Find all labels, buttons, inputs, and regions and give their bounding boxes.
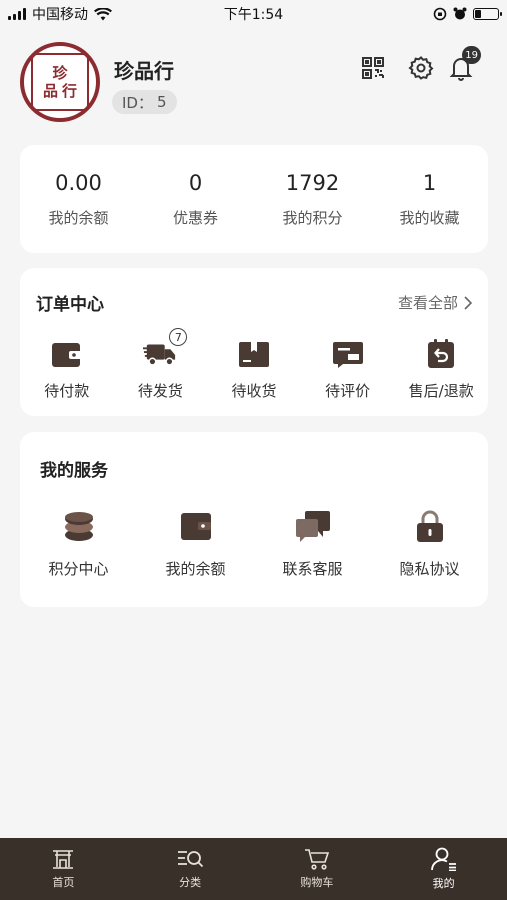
wallet-icon [51, 343, 82, 367]
tab-label: 购物车 [300, 876, 334, 889]
order-pending-shipment[interactable]: 7 待发货 [114, 328, 208, 401]
signal-icon [8, 8, 26, 20]
service-label: 积分中心 [48, 560, 109, 578]
review-card-icon [332, 342, 363, 368]
category-search-icon [178, 851, 204, 868]
package-box-icon [238, 342, 269, 367]
shipment-count-badge: 7 [169, 328, 188, 346]
order-label: 待评价 [325, 382, 371, 400]
service-label: 联系客服 [282, 560, 343, 578]
tab-label: 首页 [52, 876, 75, 889]
stat-balance[interactable]: 0.00 我的余额 [20, 171, 137, 228]
service-my-balance[interactable]: 我的余额 [137, 508, 254, 579]
wifi-icon [94, 7, 112, 20]
carrier-label: 中国移动 [32, 7, 88, 23]
stat-value: 0.00 [55, 170, 102, 195]
service-label: 我的余额 [165, 560, 226, 578]
brand-logo: 珍 品行 [31, 53, 89, 111]
view-all-label: 查看全部 [397, 294, 458, 312]
stat-label: 我的收藏 [399, 208, 460, 227]
lock-icon [416, 510, 443, 542]
order-pending-receipt[interactable]: 待收货 [207, 338, 301, 401]
chevron-right-icon [464, 295, 472, 310]
order-pending-review[interactable]: 待评价 [301, 338, 395, 401]
service-privacy-policy[interactable]: 隐私协议 [371, 508, 488, 579]
order-center-title: 订单中心 [36, 295, 104, 315]
order-label: 待发货 [137, 382, 183, 400]
user-id-badge: ID： 5 [112, 90, 177, 114]
bottom-tab-bar: 首页 分类 购物车 我的 [0, 838, 507, 900]
refund-return-icon [428, 339, 455, 368]
tab-cart[interactable]: 购物车 [254, 838, 381, 900]
settings-button[interactable] [407, 54, 435, 82]
account-stats-card: 0.00 我的余额 0 优惠券 1792 我的积分 1 我的收藏 [20, 145, 488, 253]
order-pending-payment[interactable]: 待付款 [20, 338, 114, 401]
orientation-lock-icon [433, 7, 447, 21]
stat-value: 1 [422, 170, 437, 195]
status-bar: 中国移动 下午1:54 [0, 0, 507, 28]
profile-header: 珍 品行 珍品行 ID： 5 19 [20, 42, 490, 124]
stat-label: 我的余额 [48, 208, 109, 227]
notification-count-badge: 19 [462, 46, 481, 64]
id-label: ID： [122, 93, 153, 112]
home-gate-icon [53, 850, 74, 869]
chat-bubbles-icon [295, 511, 330, 542]
coins-stack-icon [64, 512, 93, 541]
qr-code-button[interactable] [359, 54, 387, 82]
order-label: 待付款 [44, 382, 90, 400]
services-title: 我的服务 [40, 461, 108, 481]
user-icon [430, 847, 456, 871]
service-customer-support[interactable]: 联系客服 [254, 508, 371, 579]
stat-value: 1792 [285, 170, 340, 195]
gear-icon [408, 56, 434, 80]
order-label: 售后/退款 [408, 382, 474, 400]
order-label: 待收货 [231, 382, 277, 400]
wallet-icon [180, 513, 211, 540]
order-center-card: 订单中心 查看全部 待付款 7 待发货 待收货 待评价 售后/退款 [20, 268, 488, 416]
battery-icon [473, 8, 502, 20]
id-value: 5 [156, 93, 167, 111]
tab-home[interactable]: 首页 [0, 838, 127, 900]
stat-value: 0 [188, 170, 203, 195]
tab-label: 分类 [179, 876, 202, 889]
stat-favorites[interactable]: 1 我的收藏 [371, 171, 488, 228]
view-all-orders-link[interactable]: 查看全部 [398, 292, 472, 313]
order-after-sales[interactable]: 售后/退款 [394, 338, 488, 401]
qr-code-icon [362, 57, 384, 79]
service-label: 隐私协议 [399, 560, 460, 578]
stat-points[interactable]: 1792 我的积分 [254, 171, 371, 228]
stat-coupons[interactable]: 0 优惠券 [137, 171, 254, 228]
alarm-icon [453, 7, 467, 20]
notifications-button[interactable]: 19 [447, 46, 481, 82]
stat-label: 我的积分 [282, 208, 343, 227]
cart-icon [304, 849, 329, 870]
stat-label: 优惠券 [172, 208, 218, 227]
avatar[interactable]: 珍 品行 [20, 42, 100, 122]
username: 珍品行 [114, 59, 174, 83]
tab-label: 我的 [432, 877, 455, 890]
my-services-card: 我的服务 积分中心 我的余额 联系客服 隐私协议 [20, 432, 488, 607]
service-points-center[interactable]: 积分中心 [20, 508, 137, 579]
tab-category[interactable]: 分类 [127, 838, 254, 900]
tab-mine[interactable]: 我的 [380, 838, 507, 900]
